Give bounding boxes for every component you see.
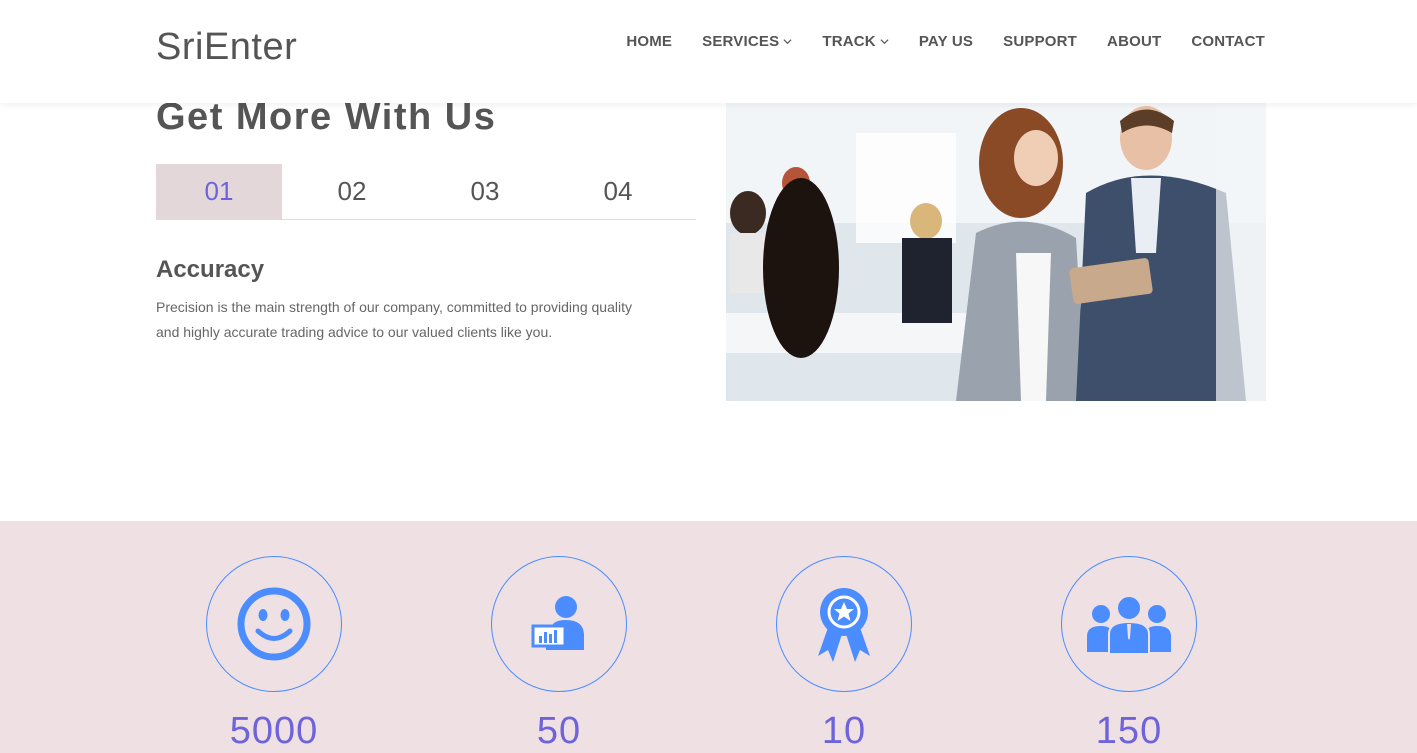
nav-track-label: TRACK xyxy=(822,33,876,50)
stat-icon-circle xyxy=(206,556,342,692)
stat-value: 5000 xyxy=(229,710,319,752)
award-ribbon-icon xyxy=(818,588,870,662)
nav-home-label: HOME xyxy=(626,33,673,50)
feature-tabs: 01 02 03 04 xyxy=(156,164,696,220)
nav-contact-label: CONTACT xyxy=(1191,33,1265,50)
tab-04[interactable]: 04 xyxy=(555,164,681,219)
feature-title: Accuracy xyxy=(156,256,265,283)
nav-services[interactable]: SERVICES xyxy=(702,33,792,50)
office-team-photo xyxy=(726,103,1266,401)
tab-03[interactable]: 03 xyxy=(422,164,548,219)
nav-contact[interactable]: CONTACT xyxy=(1191,33,1265,50)
feature-description: Precision is the main strength of our co… xyxy=(156,299,632,340)
presenter-icon xyxy=(531,596,584,650)
nav-services-label: SERVICES xyxy=(702,33,780,50)
stat-awards: 10 xyxy=(776,556,912,753)
tab-01[interactable]: 01 xyxy=(156,164,282,219)
stat-icon-circle xyxy=(776,556,912,692)
stats-band: 5000 50 10 150 xyxy=(0,521,1417,753)
stat-clients: 5000 xyxy=(206,556,342,753)
nav-support-label: SUPPORT xyxy=(1003,33,1078,50)
chevron-down-icon xyxy=(880,39,889,45)
photo-illustration xyxy=(726,103,1266,401)
nav-support[interactable]: SUPPORT xyxy=(1003,33,1077,50)
stat-experts: 50 xyxy=(491,556,627,753)
main-nav: HOME SERVICES TRACK PAY US SUPPORT ABOUT… xyxy=(626,33,1265,50)
chevron-down-icon xyxy=(783,39,792,45)
stat-value: 50 xyxy=(536,710,582,752)
smiley-icon xyxy=(237,587,311,661)
nav-about[interactable]: ABOUT xyxy=(1107,33,1161,50)
brand-logo[interactable]: SriEnter xyxy=(156,26,297,69)
nav-home[interactable]: HOME xyxy=(626,33,672,50)
stat-icon-circle xyxy=(491,556,627,692)
nav-pay-us-label: PAY US xyxy=(918,33,974,50)
stat-value: 10 xyxy=(821,710,867,752)
nav-track[interactable]: TRACK xyxy=(822,33,889,50)
stat-icon-circle xyxy=(1061,556,1197,692)
tab-02[interactable]: 02 xyxy=(289,164,415,219)
nav-pay-us[interactable]: PAY US xyxy=(919,33,973,50)
nav-about-label: ABOUT xyxy=(1107,33,1162,50)
stat-team: 150 xyxy=(1061,556,1197,753)
stat-value: 150 xyxy=(1095,710,1163,752)
team-icon xyxy=(1087,595,1171,654)
site-header: SriEnter HOME SERVICES TRACK PAY US SUPP… xyxy=(0,0,1417,103)
